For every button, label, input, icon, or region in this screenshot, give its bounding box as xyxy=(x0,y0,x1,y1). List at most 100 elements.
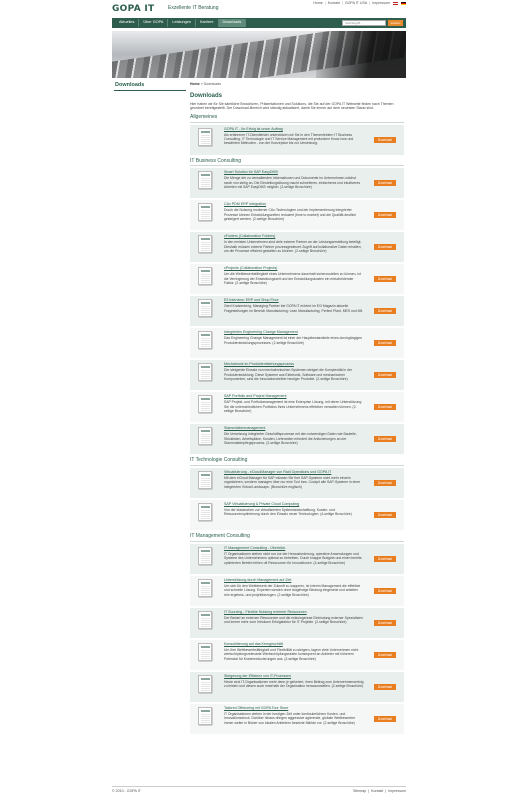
download-entry: Integriertes Engineering Change Manageme… xyxy=(190,328,404,359)
brochure-thumbnail-icon[interactable] xyxy=(198,363,212,382)
nav-item-leistungen[interactable]: Leistungen xyxy=(168,19,196,27)
footer-link-sitemap[interactable]: Sitemap xyxy=(353,789,366,800)
brochure-thumbnail-icon[interactable] xyxy=(198,546,212,565)
download-entry: Virtualisierung - eCloudManager von Raid… xyxy=(190,468,404,499)
brochure-thumbnail-icon[interactable] xyxy=(198,171,212,190)
brochure-thumbnail-icon[interactable] xyxy=(198,127,212,146)
download-button[interactable]: Download xyxy=(374,340,396,347)
entry-title-link[interactable]: IT Management Consulting - Überblick xyxy=(224,546,364,551)
entry-title-link[interactable]: Konsolidierung auf das Kerngeschäft xyxy=(224,642,364,647)
entry-title-link[interactable]: Tailored Offshoring mit GOPA Tour Store xyxy=(224,706,364,711)
download-button[interactable]: Download xyxy=(374,715,396,722)
nav-item-karriere[interactable]: Karriere xyxy=(196,19,219,27)
download-button[interactable]: Download xyxy=(374,136,396,143)
search-button[interactable]: suchen xyxy=(388,20,403,26)
footer-link-kontakt[interactable]: Kontakt xyxy=(371,789,383,800)
download-entry: cProjects (Collaboration Projects) Um die… xyxy=(190,264,404,295)
intro-text: Hier haben wir für Sie sämtliche Broschü… xyxy=(190,101,394,111)
brochure-thumbnail-icon[interactable] xyxy=(198,235,212,254)
download-button[interactable]: Download xyxy=(374,308,396,315)
entry-title-link[interactable]: Mechatronik im Produktentstehungsprozess xyxy=(224,362,364,367)
entry-description: Um Ihre Wettbewerbsfähigkeit und Flexibi… xyxy=(224,647,359,661)
brochure-thumbnail-icon[interactable] xyxy=(198,331,212,350)
download-button[interactable]: Download xyxy=(374,619,396,626)
brochure-thumbnail-icon[interactable] xyxy=(198,503,212,522)
brochure-thumbnail-icon[interactable] xyxy=(198,427,212,446)
main-content: Home » Downloads Downloads Hier haben wi… xyxy=(190,82,404,736)
download-entry: Unterstützung durch Management auf Zeit U… xyxy=(190,575,404,606)
us-flag-icon[interactable] xyxy=(393,1,398,5)
entry-title-link[interactable]: cFolders (Collaboration Folders) xyxy=(224,234,364,239)
entry-title-link[interactable]: CAx PDM ERP Integration xyxy=(224,202,364,207)
entry-description: Gerd Kratzenberg, Managing Partner bei G… xyxy=(224,304,364,313)
header-banner-image xyxy=(112,31,406,78)
brochure-thumbnail-icon[interactable] xyxy=(198,395,212,414)
brochure-thumbnail-icon[interactable] xyxy=(198,674,212,693)
download-button[interactable]: Download xyxy=(374,480,396,487)
download-button[interactable]: Download xyxy=(374,276,396,283)
entry-title-link[interactable]: Unterstützung durch Management auf Zeit xyxy=(224,578,364,583)
separator: | xyxy=(369,1,371,5)
toplink-home[interactable]: Home xyxy=(313,1,323,6)
download-button[interactable]: Download xyxy=(374,244,396,251)
nav-item-ueber-gopa[interactable]: Über GOPA xyxy=(139,19,169,27)
entry-description: Der Bedarf an externen Ressourcen und di… xyxy=(224,615,363,625)
download-button[interactable]: Download xyxy=(374,180,396,187)
tagline: Exzellente IT Beratung xyxy=(168,5,219,11)
entry-title-link[interactable]: Steigerung der Effizienz von IT-Prozesse… xyxy=(224,674,364,679)
entry-description: SAP Projekt- und Portfoliomanagement ist… xyxy=(224,400,362,414)
download-button[interactable]: Download xyxy=(374,372,396,379)
section-title: IT Management Consulting xyxy=(190,533,404,542)
toplink-usa[interactable]: GOPA IT USA xyxy=(345,1,367,6)
brochure-thumbnail-icon[interactable] xyxy=(198,706,212,725)
download-button[interactable]: Download xyxy=(374,651,396,658)
entry-title-link[interactable]: SAP Portfolio and Project Management xyxy=(224,394,364,399)
entry-title-link[interactable]: SAP Virtualisierung & Private Cloud Comp… xyxy=(224,502,364,507)
de-flag-icon[interactable] xyxy=(401,1,406,5)
entry-description: Das Engineering Change Management ist ei… xyxy=(224,336,362,345)
brochure-thumbnail-icon[interactable] xyxy=(198,610,212,629)
toplink-kontakt[interactable]: Kontakt xyxy=(328,1,340,6)
download-entry: Smart Solution für SAP EasyDMS Die Menge … xyxy=(190,168,404,199)
download-button[interactable]: Download xyxy=(374,555,396,562)
entry-title-link[interactable]: Virtualisierung - eCloudManager von Raid… xyxy=(224,470,364,475)
section-title: Allgemeines xyxy=(190,114,404,123)
nav-item-downloads[interactable]: Downloads xyxy=(218,19,247,27)
download-button[interactable]: Download xyxy=(374,683,396,690)
entry-description: Heute sind IT-Organisationen mehr denn j… xyxy=(224,679,364,689)
entry-description: In den meisten Unternehmen sind viele ex… xyxy=(224,240,362,254)
download-button[interactable]: Download xyxy=(374,512,396,519)
footer-link-impressum[interactable]: Impressum xyxy=(388,789,406,800)
download-button[interactable]: Download xyxy=(374,436,396,443)
brochure-thumbnail-icon[interactable] xyxy=(198,267,212,286)
download-sections: Allgemeines GOPA IT - Ihr Erfolg ist unse… xyxy=(190,114,404,734)
logo[interactable]: GOPA IT xyxy=(112,3,155,15)
brochure-thumbnail-icon[interactable] xyxy=(198,203,212,222)
breadcrumb-home[interactable]: Home xyxy=(190,82,200,86)
search-input[interactable]: Suchbegriff... xyxy=(342,20,386,26)
download-entry: SAP Virtualisierung & Private Cloud Comp… xyxy=(190,500,404,531)
entry-description: Durch die Nutzung moderner CAx-Technolog… xyxy=(224,208,357,222)
brochure-thumbnail-icon[interactable] xyxy=(198,642,212,661)
entry-title-link[interactable]: cProjects (Collaboration Projects) xyxy=(224,266,364,271)
brochure-thumbnail-icon[interactable] xyxy=(198,299,212,318)
download-entry: Konsolidierung auf das Kerngeschäft Um Ih… xyxy=(190,639,404,670)
download-button[interactable]: Download xyxy=(374,587,396,594)
entry-description: Der steigende Einsatz von mechatronische… xyxy=(224,368,352,382)
toplink-impressum[interactable]: Impressum xyxy=(372,1,390,6)
download-entry: SAP Portfolio and Project Management SAP … xyxy=(190,392,404,423)
entry-title-link[interactable]: Integriertes Engineering Change Manageme… xyxy=(224,330,364,335)
entry-title-link[interactable]: E3 Interview: ERP und Shop Floor xyxy=(224,298,364,303)
brochure-thumbnail-icon[interactable] xyxy=(198,578,212,597)
footer: © 2010 - GOPA IT Sitemap | Kontakt | Impre… xyxy=(112,786,406,800)
copyright: © 2010 - GOPA IT xyxy=(112,789,141,793)
entry-title-link[interactable]: Smart Solution für SAP EasyDMS xyxy=(224,170,364,175)
section-title: IT Technologie Consulting xyxy=(190,457,404,467)
download-button[interactable]: Download xyxy=(374,212,396,219)
download-button[interactable]: Download xyxy=(374,404,396,411)
entry-title-link[interactable]: Stammdatenmanagement xyxy=(224,426,364,431)
brochure-thumbnail-icon[interactable] xyxy=(198,471,212,490)
entry-title-link[interactable]: GOPA IT - Ihr Erfolg ist unser Auftrag xyxy=(224,127,364,132)
entry-title-link[interactable]: IT Sourcing - Flexible Nutzung externer … xyxy=(224,610,364,615)
nav-item-aktuelles[interactable]: Aktuelles xyxy=(115,19,140,27)
